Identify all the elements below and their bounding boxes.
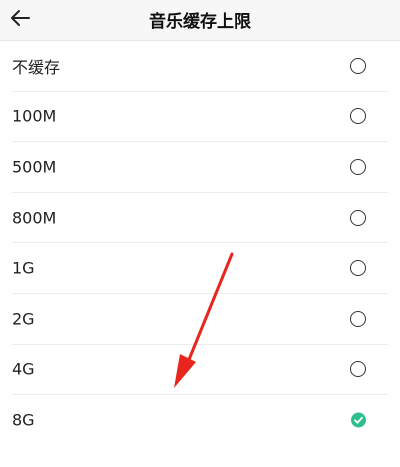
radio-button[interactable] — [350, 57, 366, 74]
option-label: 不缓存 — [12, 57, 61, 77]
title-bar: 音乐缓存上限 — [0, 0, 400, 41]
radio-button[interactable] — [350, 209, 366, 226]
radio-button-checked[interactable] — [351, 412, 366, 428]
radio-button[interactable] — [350, 310, 366, 327]
option-row[interactable]: 500M — [12, 142, 388, 193]
cache-limit-list: 不缓存 100M 500M 800M 1G 2G 4G 8G — [0, 41, 400, 446]
option-label: 4G — [12, 359, 35, 379]
option-label: 500M — [12, 157, 57, 177]
option-label: 2G — [12, 309, 35, 329]
option-row[interactable]: 1G — [12, 243, 388, 294]
option-label: 8G — [12, 410, 35, 430]
option-row-selected[interactable]: 8G — [12, 395, 388, 446]
radio-button[interactable] — [350, 260, 366, 277]
option-row[interactable]: 4G — [12, 345, 388, 396]
option-row[interactable]: 100M — [12, 92, 388, 143]
option-row[interactable]: 800M — [12, 193, 388, 244]
radio-button[interactable] — [350, 361, 366, 378]
option-label: 100M — [12, 106, 57, 126]
page-title: 音乐缓存上限 — [149, 12, 251, 32]
option-label: 800M — [12, 208, 57, 228]
radio-button[interactable] — [350, 108, 366, 125]
option-label: 1G — [12, 258, 35, 278]
option-row[interactable]: 不缓存 — [12, 41, 388, 92]
radio-button[interactable] — [350, 158, 366, 175]
check-icon — [354, 417, 363, 425]
option-row[interactable]: 2G — [12, 294, 388, 345]
